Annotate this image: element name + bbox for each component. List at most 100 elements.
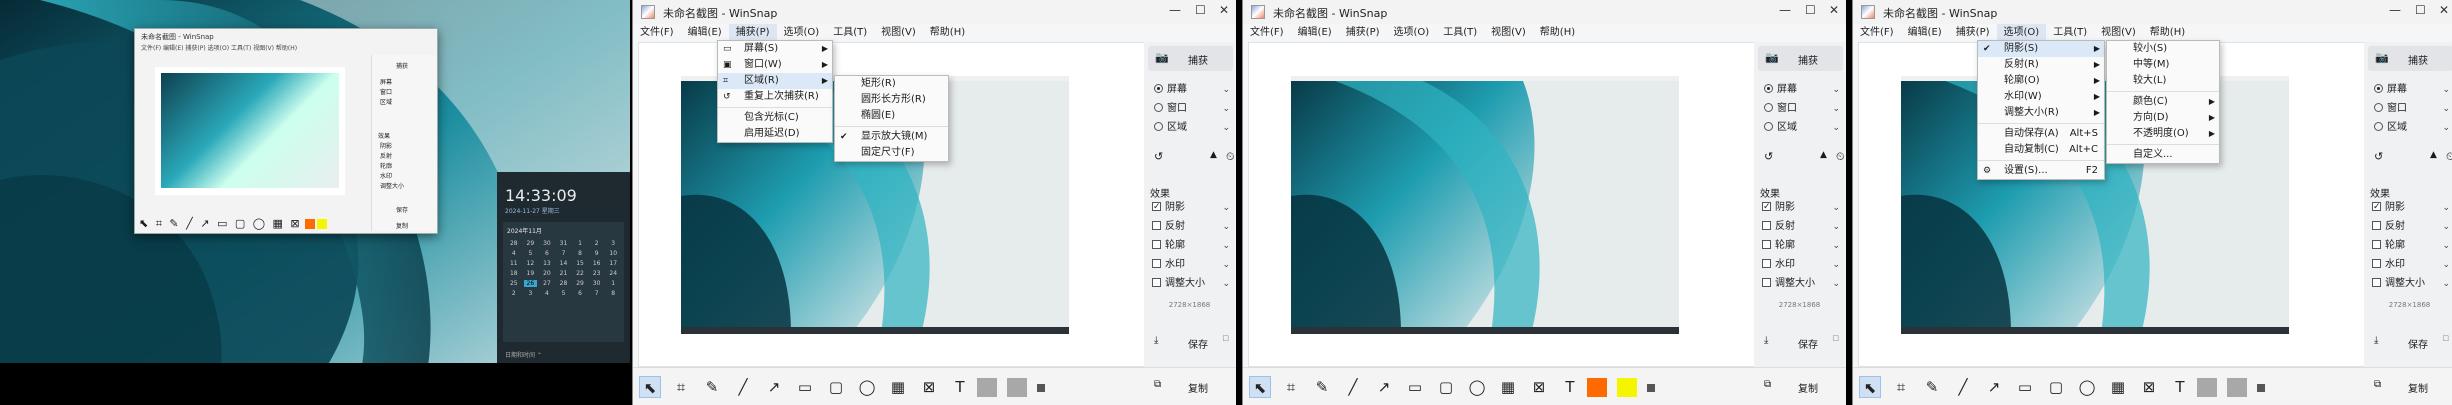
calendar-day[interactable]: 1: [573, 240, 587, 247]
options-menu-item[interactable]: 轮廓(O) ▶: [1978, 73, 2104, 89]
shadow-menu-item[interactable]: 方向(D) ▶: [2107, 110, 2219, 126]
options-menu-item[interactable]: 调整大小(R) ▶: [1978, 105, 2104, 121]
pointer-tool-icon[interactable]: ⬉: [1249, 376, 1271, 398]
crop-tool-icon[interactable]: ⌗: [670, 376, 692, 398]
pointer-tool-icon[interactable]: ⬉: [639, 376, 661, 398]
chevron-down-icon[interactable]: ⌄: [1222, 200, 1230, 216]
refresh-icon[interactable]: ↺: [1764, 150, 1773, 163]
checkbox-icon[interactable]: [1762, 259, 1771, 268]
effect-2[interactable]: 轮廓 ⌄: [1762, 238, 1846, 254]
calendar-day[interactable]: 24: [606, 270, 620, 277]
pixelate-tool-icon[interactable]: ⊠: [1528, 376, 1550, 398]
rectangle-tool-icon[interactable]: ▭: [794, 376, 816, 398]
calendar-day[interactable]: 28: [507, 240, 521, 247]
arrow-tool-icon[interactable]: ↗: [1373, 376, 1395, 398]
pixelate-tool-icon[interactable]: ⊠: [2138, 376, 2160, 398]
pen-tool-icon[interactable]: ✎: [701, 376, 723, 398]
line-tool-icon[interactable]: ╱: [1952, 376, 1974, 398]
line-tool-icon[interactable]: ╱: [1342, 376, 1364, 398]
ellipse-tool-icon[interactable]: ◯: [2076, 376, 2098, 398]
copy-button[interactable]: ⧉ 复制: [1758, 376, 1843, 398]
pointer-tool-icon[interactable]: ⬉: [1859, 376, 1881, 398]
capture-menu-item[interactable]: ↺ 重复上次捕获(R): [718, 89, 832, 105]
maximize-icon[interactable]: ☐: [2415, 3, 2426, 17]
capture-button[interactable]: 📷 捕获: [2368, 46, 2452, 71]
checkbox-icon[interactable]: [1762, 221, 1771, 230]
calendar-day[interactable]: 1: [606, 280, 620, 287]
effect-4[interactable]: 调整大小 ⌄: [1762, 276, 1846, 292]
calendar-day[interactable]: 21: [557, 270, 571, 277]
calendar-day[interactable]: 2: [507, 290, 521, 297]
chevron-down-icon[interactable]: ⌄: [1832, 219, 1840, 235]
rounded-rect-tool-icon[interactable]: ▢: [825, 376, 847, 398]
calendar-day[interactable]: 12: [524, 260, 538, 267]
text-tool-icon[interactable]: T: [2169, 376, 2191, 398]
color-swatch[interactable]: [2227, 378, 2247, 397]
rounded-rect-tool-icon[interactable]: ▢: [2045, 376, 2067, 398]
menu-item[interactable]: 视图(V): [1484, 24, 1533, 42]
menu-item[interactable]: 编辑(E): [1901, 24, 1949, 42]
calendar-day[interactable]: 16: [590, 260, 604, 267]
options-menu-item[interactable]: 水印(W) ▶: [1978, 89, 2104, 105]
calendar-day[interactable]: 7: [557, 250, 571, 257]
calendar-day[interactable]: 11: [507, 260, 521, 267]
calendar-day[interactable]: 8: [606, 290, 620, 297]
checkbox-icon[interactable]: [2372, 221, 2381, 230]
calendar-day[interactable]: 26: [523, 280, 538, 287]
options-menu-item[interactable]: ✔ 阴影(S) ▶: [1978, 41, 2104, 57]
calendar-day[interactable]: 6: [573, 290, 587, 297]
options-menu-item[interactable]: 自动复制(C) Alt+C: [1978, 142, 2104, 158]
color-swatch[interactable]: [1617, 378, 1637, 397]
color-swatch[interactable]: [977, 378, 997, 397]
calendar-day[interactable]: 13: [540, 260, 554, 267]
capture-mode-2[interactable]: 区域 ⌄: [1154, 120, 1236, 136]
chevron-down-icon[interactable]: ⌄: [2442, 257, 2450, 273]
chevron-down-icon[interactable]: ⌄: [1222, 257, 1230, 273]
shadow-menu-item[interactable]: 自定义...: [2107, 147, 2219, 163]
effect-0[interactable]: 阴影 ⌄: [2372, 199, 2452, 216]
arrow-tool-icon[interactable]: ↗: [763, 376, 785, 398]
chevron-down-icon[interactable]: ⌄: [1222, 219, 1230, 235]
hatch-tool-icon[interactable]: ▦: [1497, 376, 1519, 398]
refresh-icon[interactable]: ↺: [2374, 150, 2383, 163]
capture-mode-1[interactable]: 窗口 ⌄: [1764, 101, 1846, 117]
chevron-down-icon[interactable]: ⌄: [2442, 120, 2450, 136]
timer-icon[interactable]: ⏲: [1836, 150, 1845, 164]
menu-item[interactable]: 文件(F): [1853, 24, 1901, 42]
checkbox-icon[interactable]: [1152, 199, 1161, 215]
cursor-icon[interactable]: ▲: [1210, 150, 1217, 160]
checkbox-icon[interactable]: [1152, 240, 1161, 249]
maximize-icon[interactable]: ☐: [1805, 3, 1816, 17]
calendar-day[interactable]: 29: [524, 240, 538, 247]
minimize-icon[interactable]: —: [2389, 3, 2401, 17]
checkbox-icon[interactable]: [1762, 278, 1771, 287]
radio-icon[interactable]: [2374, 103, 2383, 112]
checkbox-icon[interactable]: [1152, 221, 1161, 230]
rectangle-tool-icon[interactable]: ▭: [2014, 376, 2036, 398]
hatch-tool-icon[interactable]: ▦: [887, 376, 909, 398]
save-button[interactable]: ⤓ 保存 □: [1148, 332, 1233, 354]
chevron-down-icon[interactable]: ⌄: [2442, 82, 2450, 98]
region-menu-item[interactable]: 圆形长方形(R): [835, 92, 948, 108]
menu-item[interactable]: 选项(O): [1387, 24, 1437, 42]
close-icon[interactable]: ✕: [1829, 3, 1839, 17]
pixelate-tool-icon[interactable]: ⊠: [918, 376, 940, 398]
radio-icon[interactable]: [1764, 84, 1773, 93]
menu-item[interactable]: 帮助(H): [1533, 24, 1582, 42]
calendar-day[interactable]: 3: [606, 240, 620, 247]
radio-icon[interactable]: [1764, 122, 1773, 131]
effect-2[interactable]: 轮廓 ⌄: [2372, 238, 2452, 254]
calendar-day[interactable]: 18: [507, 270, 521, 277]
chevron-down-icon[interactable]: ⌄: [2442, 200, 2450, 216]
pen-tool-icon[interactable]: ✎: [1311, 376, 1333, 398]
options-menu-item[interactable]: ⚙ 设置(S)... F2: [1978, 163, 2104, 179]
ellipse-tool-icon[interactable]: ◯: [856, 376, 878, 398]
effect-1[interactable]: 反射 ⌄: [1152, 219, 1236, 235]
timer-icon[interactable]: ⏲: [2446, 150, 2452, 164]
color-swatch[interactable]: [1587, 378, 1607, 397]
capture-menu-item[interactable]: 启用延迟(D): [718, 126, 832, 142]
copy-button[interactable]: ⧉ 复制: [2368, 376, 2452, 398]
calendar-day[interactable]: 6: [540, 250, 554, 257]
calendar-day[interactable]: 17: [606, 260, 620, 267]
line-width-icon[interactable]: [1037, 384, 1045, 392]
